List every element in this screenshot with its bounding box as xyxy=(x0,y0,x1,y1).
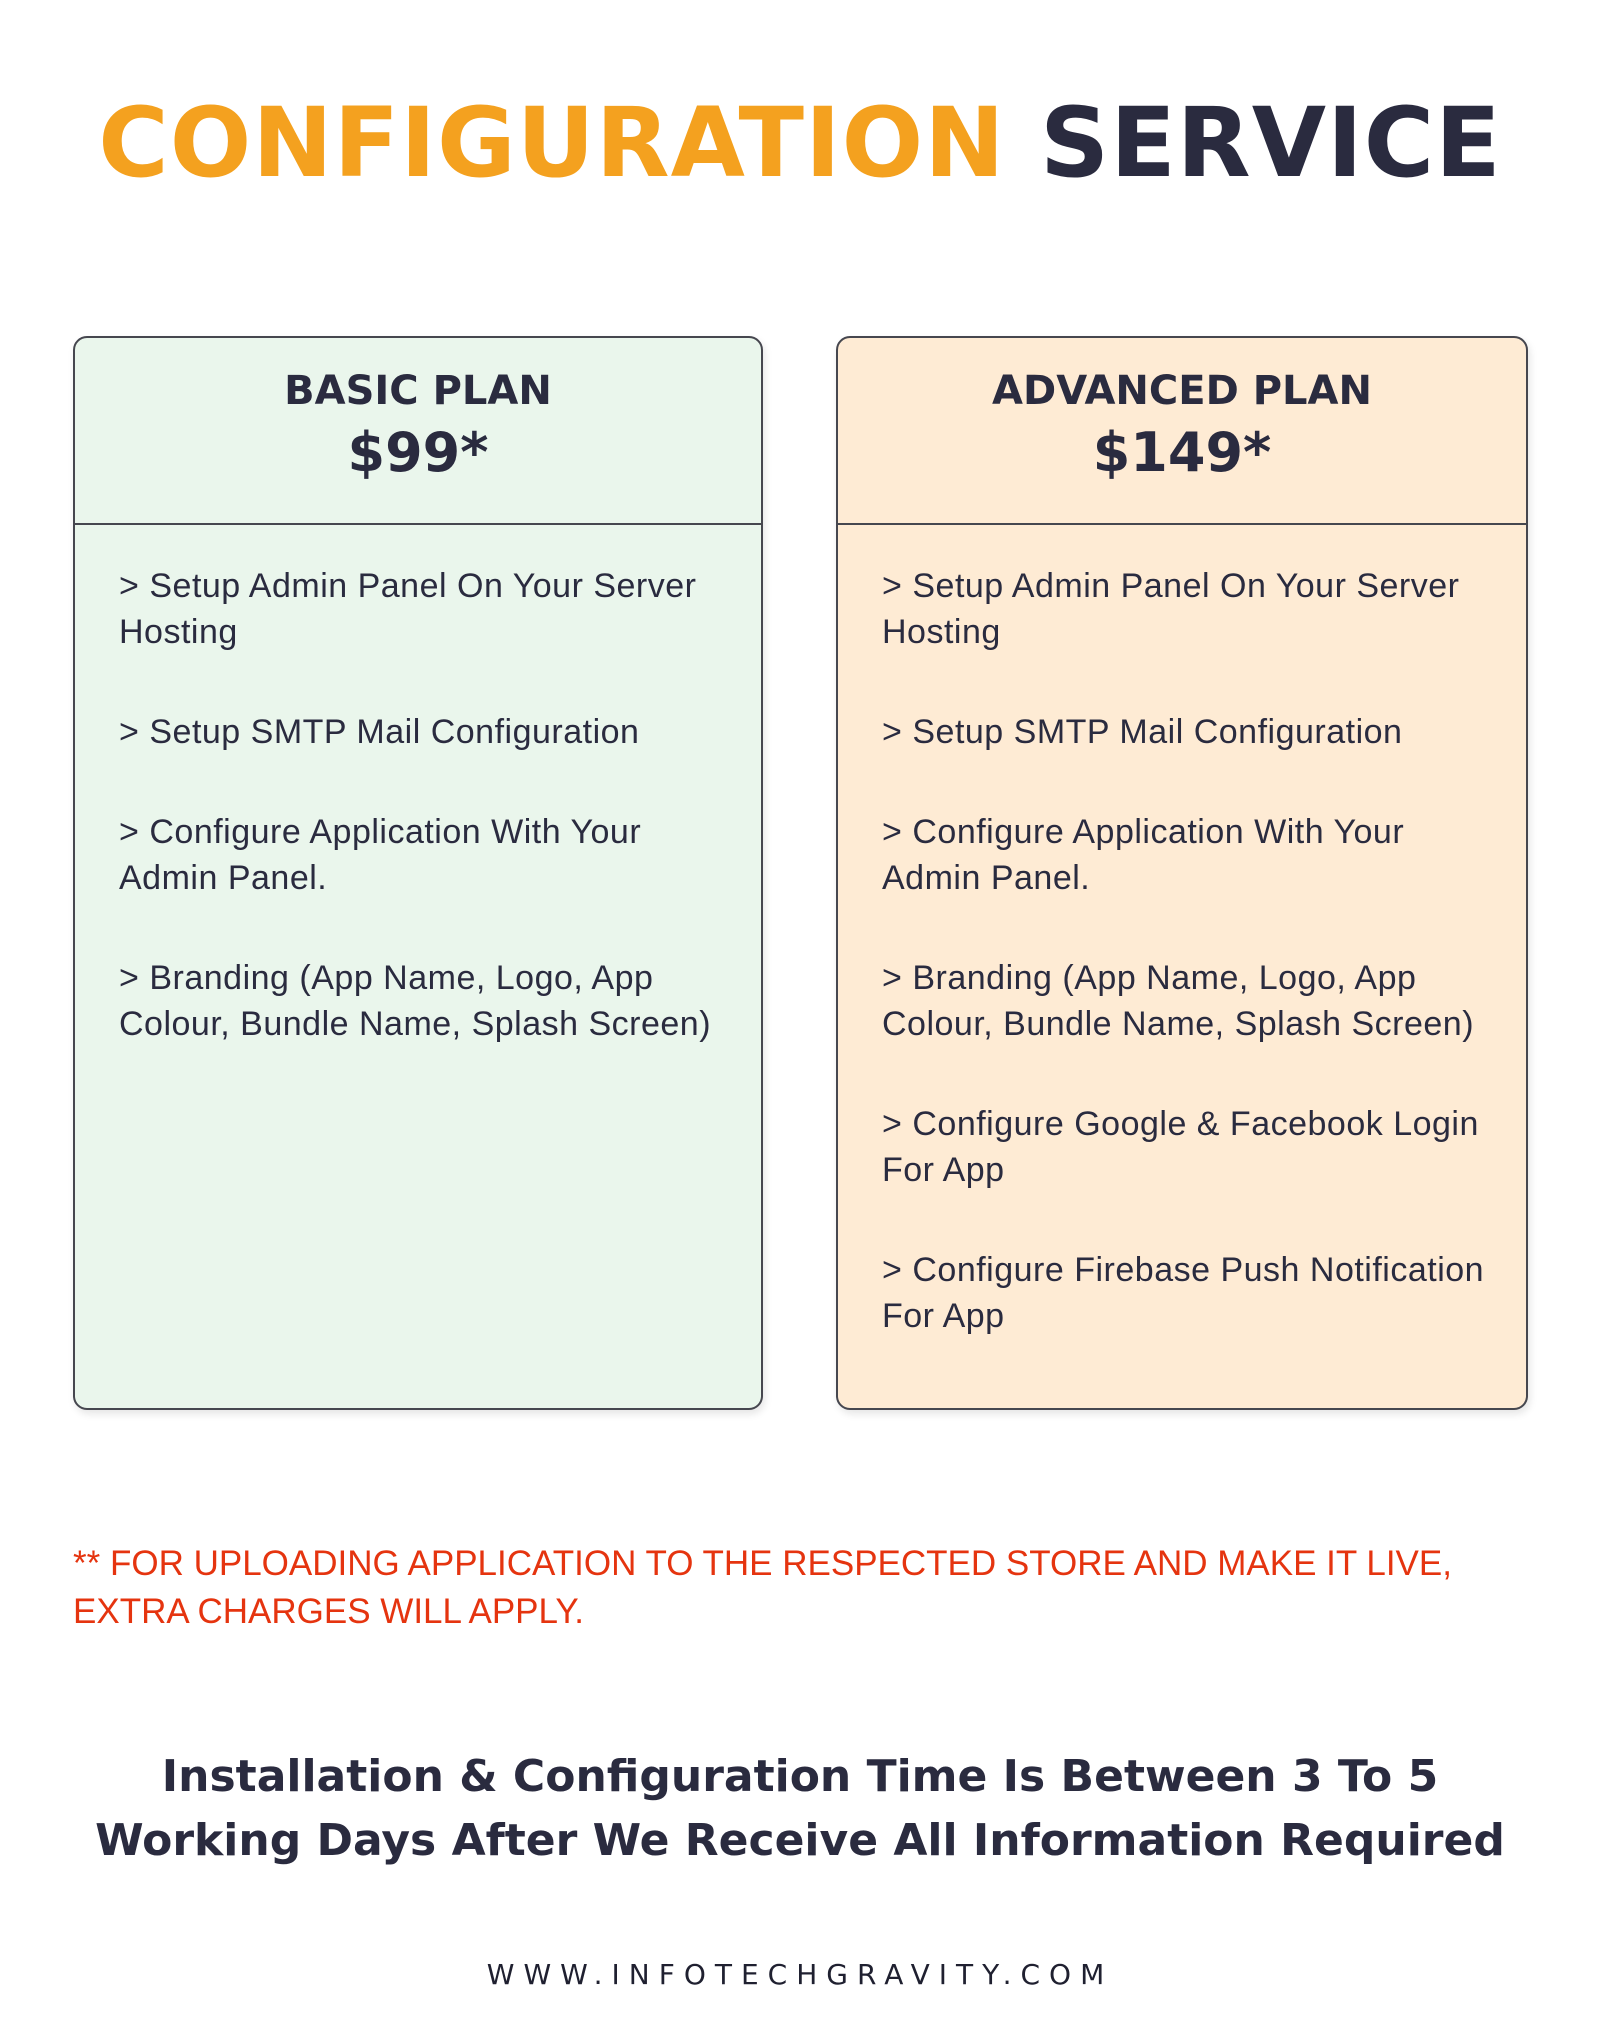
extra-charges-note: ** FOR UPLOADING APPLICATION TO THE RESP… xyxy=(73,1544,1452,1631)
title-configuration: CONFIGURATION xyxy=(98,87,1006,199)
feature-item: > Configure Application With Your Admin P… xyxy=(882,813,1405,897)
feature-list: > Setup Admin Panel On Your Server Hostin… xyxy=(75,525,761,1047)
page-title: CONFIGURATION SERVICE xyxy=(0,88,1600,198)
plan-name: ADVANCED PLAN xyxy=(992,368,1372,414)
basic-plan-card: BASIC PLAN $99* > Setup Admin Panel On Yo… xyxy=(73,336,763,1410)
advanced-plan-card: ADVANCED PLAN $149* > Setup Admin Panel O… xyxy=(836,336,1528,1410)
chevron-right-icon: > xyxy=(882,813,903,851)
title-service: SERVICE xyxy=(1040,87,1502,199)
feature-item: > Setup SMTP Mail Configuration xyxy=(882,713,1403,751)
chevron-right-icon: > xyxy=(119,813,140,851)
chevron-right-icon: > xyxy=(882,959,903,997)
chevron-right-icon: > xyxy=(882,1105,903,1143)
feature-item: > Configure Firebase Push Notification Fo… xyxy=(882,1251,1485,1335)
feature-item: > Configure Application With Your Admin P… xyxy=(119,813,642,897)
plan-price: $149* xyxy=(1092,421,1272,484)
installation-time-line-1: Installation & Configuration Time Is Bet… xyxy=(161,1751,1439,1802)
chevron-right-icon: > xyxy=(882,567,903,605)
advanced-plan-header: ADVANCED PLAN $149* xyxy=(838,338,1526,525)
feature-item: > Configure Google & Facebook Login For A… xyxy=(882,1105,1479,1189)
basic-plan-header: BASIC PLAN $99* xyxy=(75,338,761,525)
chevron-right-icon: > xyxy=(119,567,140,605)
plan-price: $99* xyxy=(347,421,489,484)
chevron-right-icon: > xyxy=(119,713,140,751)
feature-item: > Setup Admin Panel On Your Server Hostin… xyxy=(882,567,1460,651)
feature-item: > Branding (App Name, Logo, App Colour, B… xyxy=(119,959,712,1043)
chevron-right-icon: > xyxy=(119,959,140,997)
feature-item: > Setup Admin Panel On Your Server Hostin… xyxy=(119,567,697,651)
installation-time-line-2: Working Days After We Receive All Inform… xyxy=(95,1815,1505,1866)
feature-list: > Setup Admin Panel On Your Server Hostin… xyxy=(838,525,1526,1339)
chevron-right-icon: > xyxy=(882,713,903,751)
feature-item: > Branding (App Name, Logo, App Colour, B… xyxy=(882,959,1475,1043)
chevron-right-icon: > xyxy=(882,1251,903,1289)
feature-item: > Setup SMTP Mail Configuration xyxy=(119,713,640,751)
website-link[interactable]: WWW.INFOTECHGRAVITY.COM xyxy=(0,1958,1600,1991)
plan-name: BASIC PLAN xyxy=(284,368,552,414)
installation-time-notice: Installation & Configuration Time Is Bet… xyxy=(0,1745,1600,1873)
